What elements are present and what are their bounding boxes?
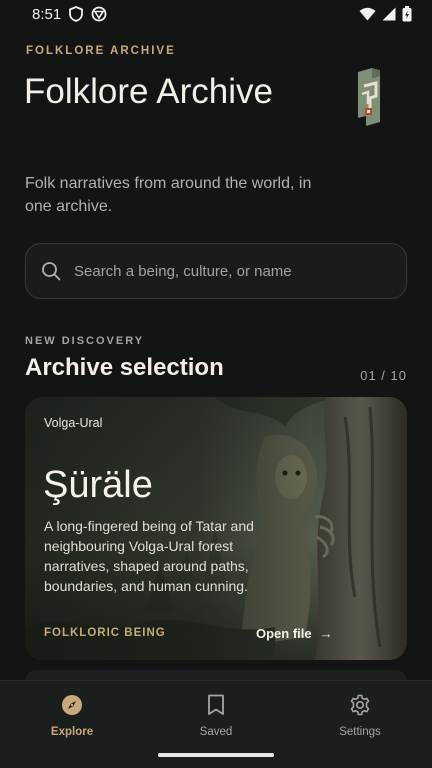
page-title: Folklore Archive <box>24 72 273 111</box>
compass-icon <box>60 693 84 717</box>
search-bar[interactable] <box>25 243 407 299</box>
nav-label-settings: Settings <box>339 726 381 738</box>
card-description: A long-fingered being of Tatar and neigh… <box>44 518 254 594</box>
nav-item-settings[interactable]: Settings <box>288 681 432 768</box>
nav-item-explore[interactable]: Explore <box>0 681 144 768</box>
header-eyebrow: FOLKLORE ARCHIVE <box>26 45 176 57</box>
wifi-icon <box>359 7 376 21</box>
nav-label-saved: Saved <box>199 726 233 738</box>
card-category-tag: FOLKLORIC BEING <box>44 627 166 639</box>
gear-icon <box>348 693 372 717</box>
featured-card[interactable]: Volga-Ural Şüräle A long-fingered being … <box>25 397 407 660</box>
archive-logo <box>350 68 390 128</box>
arrow-right-icon: → <box>319 626 333 641</box>
status-bar: 8:51 <box>0 0 432 28</box>
open-file-label: Open file <box>256 626 312 641</box>
home-indicator[interactable] <box>158 753 274 757</box>
card-region: Volga-Ural <box>44 416 103 430</box>
signal-icon <box>382 7 396 21</box>
nav-label-explore: Explore <box>50 726 94 738</box>
card-title: Şüräle <box>43 464 153 506</box>
open-file-button[interactable]: Open file → <box>256 626 333 641</box>
search-icon <box>40 260 62 282</box>
shield-icon <box>69 6 84 22</box>
section-title: Archive selection <box>25 354 224 381</box>
page-subtitle: Folk narratives from around the world, i… <box>25 175 312 215</box>
battery-icon <box>402 6 412 22</box>
section-eyebrow: NEW DISCOVERY <box>25 335 145 347</box>
status-time: 8:51 <box>32 5 62 23</box>
vpn-icon <box>91 6 107 22</box>
carousel-pager: 01 / 10 <box>360 368 407 383</box>
search-input[interactable] <box>74 262 406 280</box>
bookmark-icon <box>204 693 228 717</box>
